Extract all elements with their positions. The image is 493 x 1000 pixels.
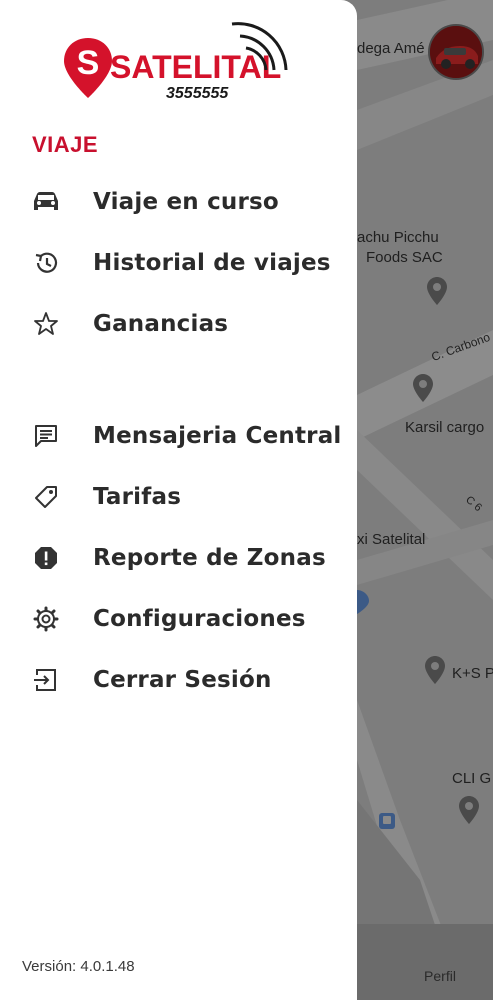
map-pin-icon[interactable] (412, 373, 434, 403)
map-pin-icon[interactable] (458, 795, 480, 825)
menu-item-label: Reporte de Zonas (93, 545, 326, 571)
map-label: dega Amé (357, 40, 425, 57)
menu-item-historial[interactable]: Historial de viajes (0, 235, 357, 291)
logout-icon (31, 665, 61, 695)
svg-text:SATELITAL: SATELITAL (110, 49, 281, 85)
map-label: Karsil cargo (405, 419, 485, 436)
map-pin-icon[interactable] (357, 588, 371, 614)
menu-item-label: Historial de viajes (93, 250, 331, 276)
menu-item-label: Ganancias (93, 311, 229, 337)
menu-item-viaje-en-curso[interactable]: Viaje en curso (0, 174, 357, 230)
star-icon (31, 309, 61, 339)
map-label: Foods SAC (366, 249, 443, 266)
bottom-nav (357, 924, 493, 1000)
menu-item-configuraciones[interactable]: Configuraciones (0, 591, 357, 647)
satelital-logo: S SATELITAL 3555555 (60, 18, 300, 102)
menu-item-label: Mensajeria Central (93, 423, 342, 449)
message-icon (31, 421, 61, 451)
avatar[interactable] (430, 26, 482, 78)
section-title: VIAJE (32, 132, 99, 157)
map-pin-icon[interactable] (426, 276, 448, 306)
map-label: CLI G (452, 770, 492, 787)
menu-item-label: Viaje en curso (93, 189, 279, 215)
map-label: achu Picchu (357, 229, 439, 246)
menu-item-label: Configuraciones (93, 606, 306, 632)
tag-icon (31, 482, 61, 512)
perfil-tab-label[interactable]: Perfil (400, 968, 480, 984)
menu-item-mensajeria[interactable]: Mensajeria Central (0, 408, 357, 464)
app-version: Versión: 4.0.1.48 (22, 958, 135, 975)
svg-text:S: S (77, 44, 100, 82)
gear-icon (31, 604, 61, 634)
map-label: K+S P (452, 665, 493, 682)
alert-icon (31, 543, 61, 573)
menu-item-cerrar-sesion[interactable]: Cerrar Sesión (0, 652, 357, 708)
map-label: xi Satelital (357, 531, 426, 548)
history-icon (31, 248, 61, 278)
menu-item-reporte-zonas[interactable]: Reporte de Zonas (0, 530, 357, 586)
navigation-drawer: S SATELITAL 3555555 VIAJE Viaje en curso… (0, 0, 357, 1000)
svg-text:3555555: 3555555 (166, 85, 229, 100)
car-icon (31, 187, 61, 217)
car-photo-icon (430, 26, 482, 78)
map-pin-icon[interactable] (424, 655, 446, 685)
menu-item-label: Tarifas (93, 484, 182, 510)
menu-item-label: Cerrar Sesión (93, 667, 272, 693)
bus-stop-icon (379, 813, 395, 829)
menu-item-tarifas[interactable]: Tarifas (0, 469, 357, 525)
menu-item-ganancias[interactable]: Ganancias (0, 296, 357, 352)
